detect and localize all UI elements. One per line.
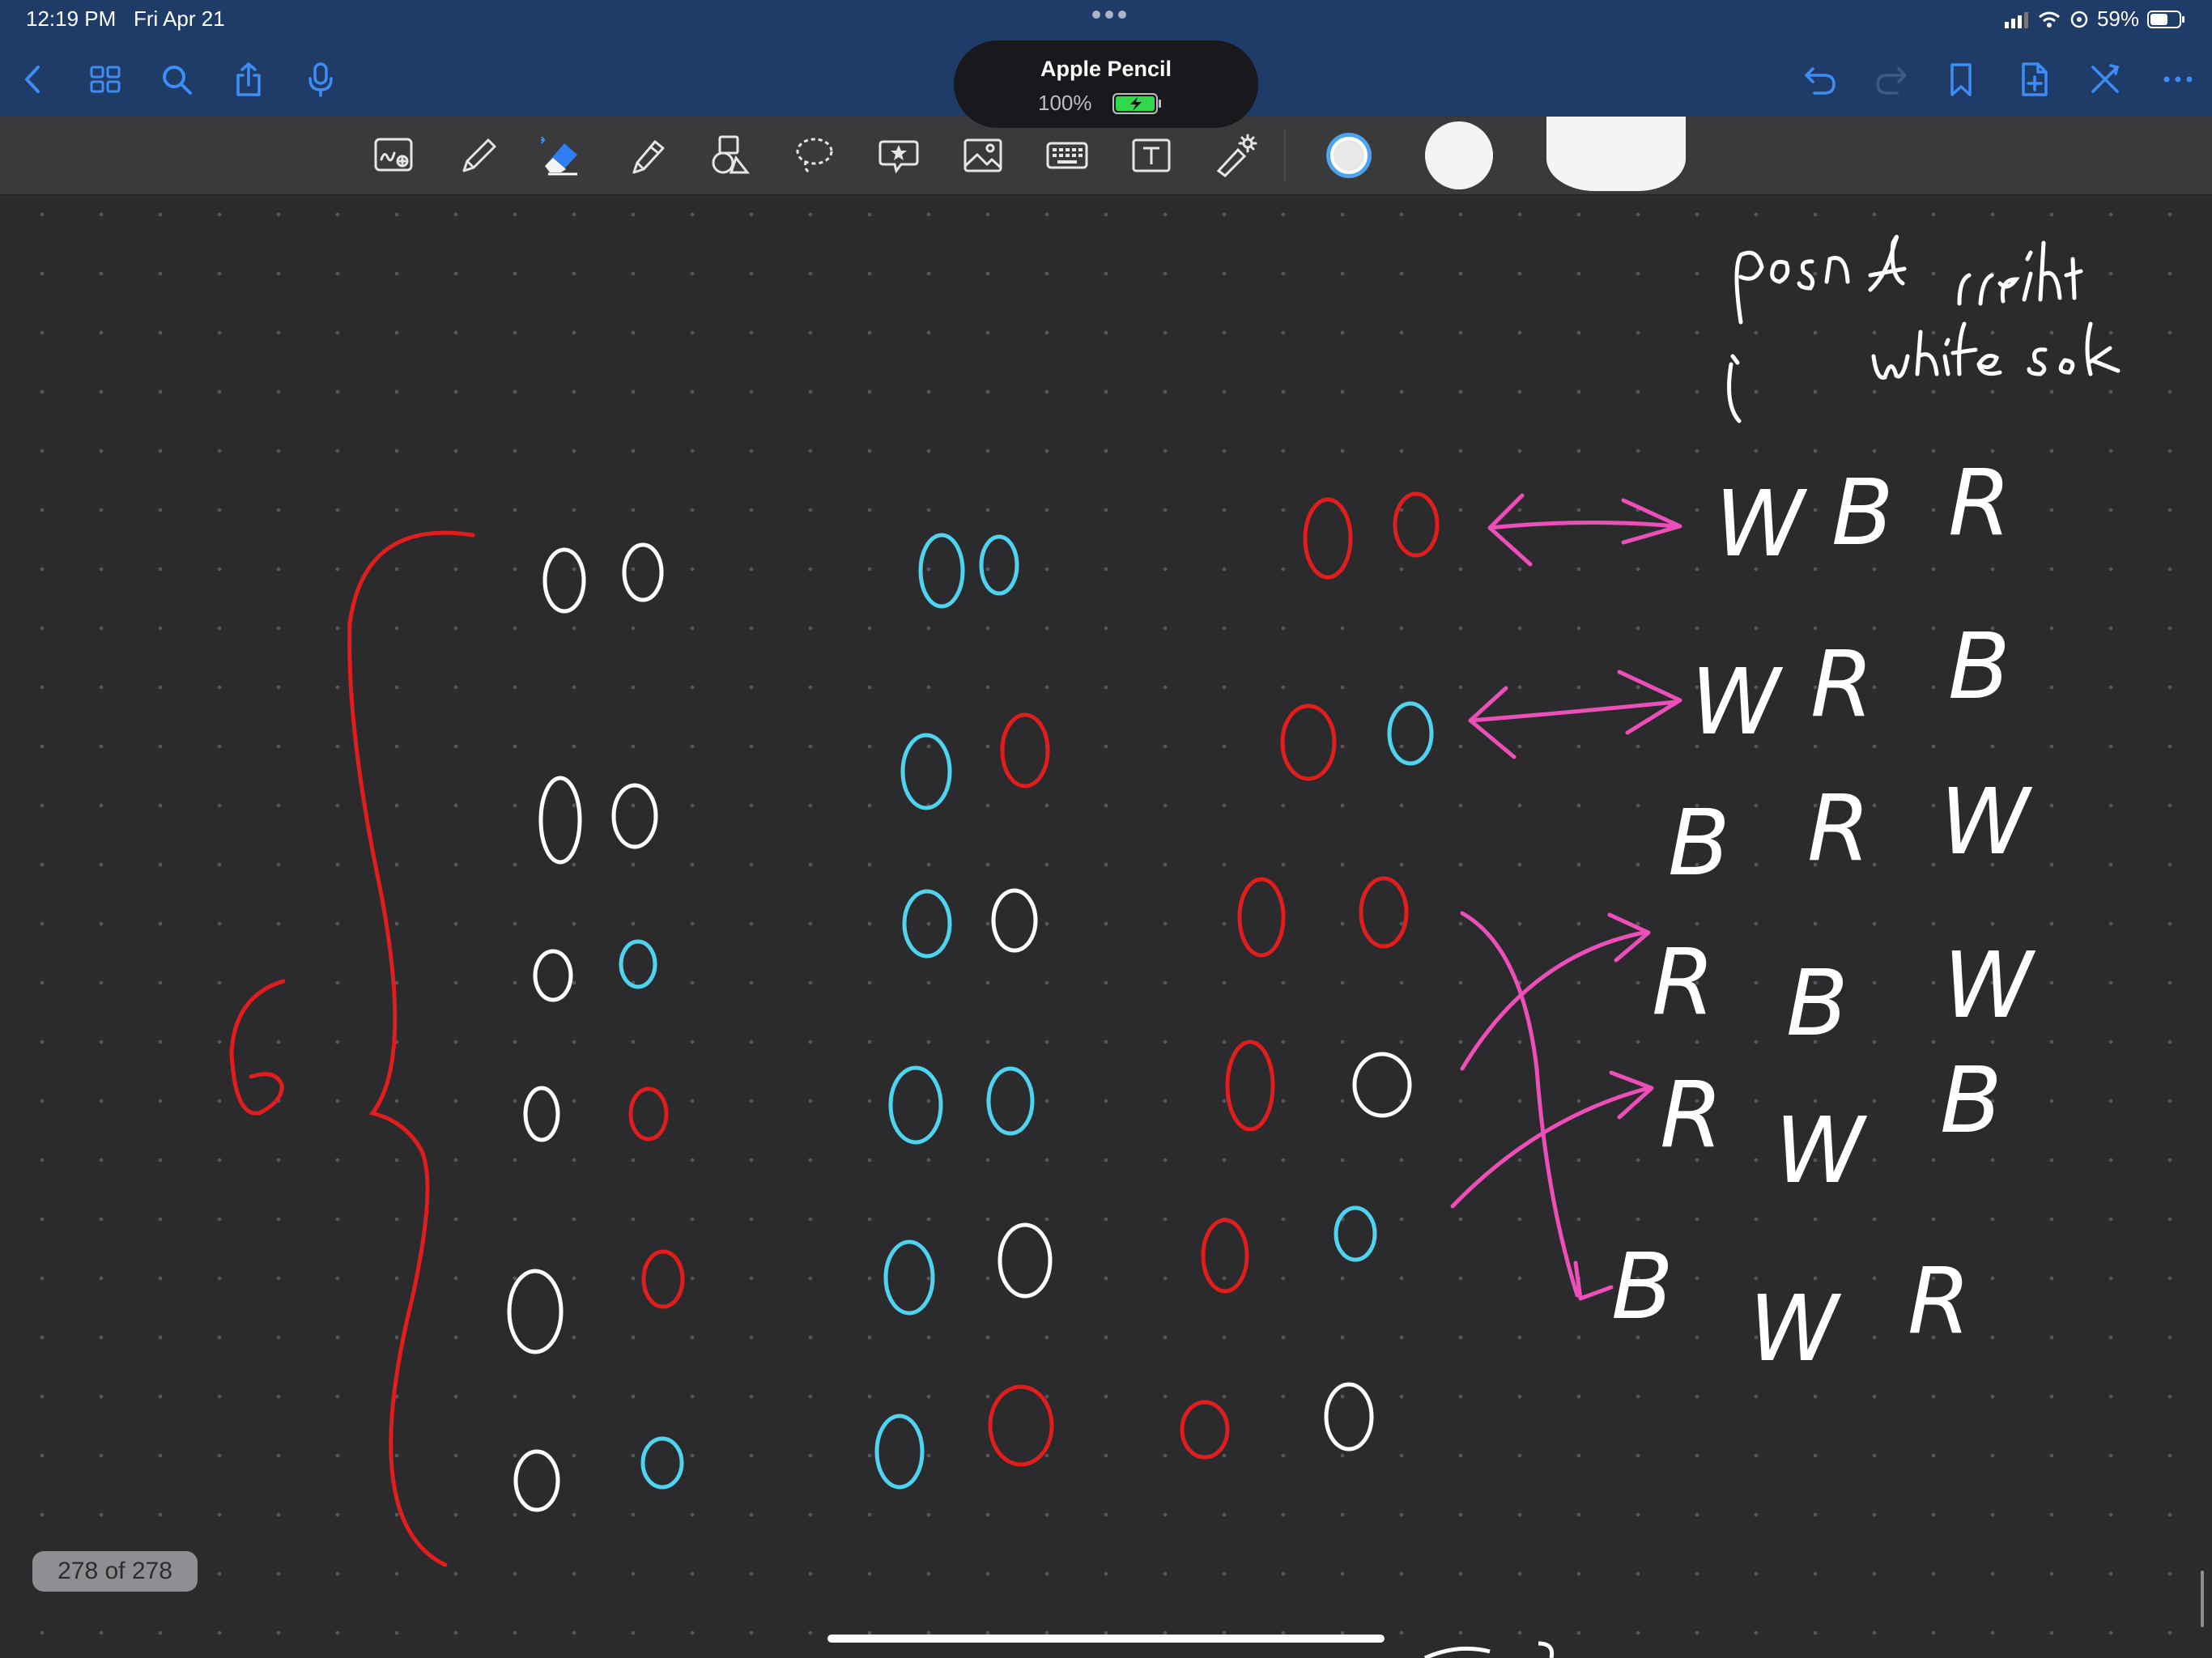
status-time: 12:19 PM Fri Apr 21 [26, 6, 225, 32]
laser-pointer-icon [1216, 134, 1257, 177]
scroll-indicator[interactable] [2201, 1571, 2204, 1627]
zoom-window-icon [374, 138, 413, 172]
more-button[interactable] [2157, 58, 2199, 100]
letter: B [1940, 1048, 2002, 1154]
keyboard-tool[interactable] [1043, 131, 1091, 180]
keyboard-icon [1046, 142, 1088, 169]
text-box-tool[interactable] [1127, 131, 1176, 180]
status-date-text: Fri Apr 21 [133, 6, 225, 31]
drawing-toolbar [0, 117, 2212, 195]
page-counter[interactable]: 278 of 278 [32, 1551, 198, 1592]
pen-tool[interactable] [453, 131, 502, 180]
grid-icon [90, 66, 121, 93]
undo-icon [1805, 67, 1836, 95]
letter: W [1775, 1099, 1868, 1204]
letter: B [1831, 461, 1894, 566]
letter: W [1691, 650, 1784, 755]
more-icon [2163, 76, 2193, 83]
letter: R [1948, 451, 2011, 556]
add-page-button[interactable] [2013, 58, 2055, 100]
toolbar-divider [1284, 130, 1286, 181]
laser-pointer-tool[interactable] [1211, 131, 1260, 180]
cellular-signal-icon [2004, 11, 2028, 28]
wifi-icon [2038, 11, 2060, 28]
status-bar: 12:19 PM Fri Apr 21 59% [0, 0, 2212, 39]
pencil-name: Apple Pencil [1040, 57, 1172, 81]
letter: W [1943, 933, 2036, 1039]
undo-button[interactable] [1799, 58, 1841, 100]
shapes-icon [712, 135, 751, 174]
elements-icon [878, 140, 919, 174]
multitasking-dots-icon[interactable] [1090, 8, 1129, 21]
color-swatch-selected[interactable] [1326, 133, 1372, 178]
status-time-text: 12:19 PM [26, 6, 117, 31]
eraser-tool[interactable] [538, 131, 586, 180]
elements-tool[interactable] [874, 131, 923, 180]
microphone-icon [308, 62, 333, 97]
letter: R [1908, 1249, 1971, 1354]
eraser-icon [541, 136, 577, 176]
apple-pencil-popup: Apple Pencil 100% [954, 40, 1258, 128]
note-canvas[interactable]: W B R W R B B R W R B W R W B B W R [0, 195, 2212, 1658]
color-swatch-white[interactable] [1425, 121, 1493, 189]
letter: B [1611, 1235, 1674, 1340]
dot-grid-background [0, 195, 2212, 1658]
letter: B [1948, 614, 2010, 720]
bookmark-button[interactable] [1940, 58, 1982, 100]
redo-icon [1876, 67, 1907, 95]
image-tool[interactable] [959, 131, 1007, 180]
lasso-tool[interactable] [790, 131, 839, 180]
share-button[interactable] [228, 58, 270, 100]
highlighter-tool[interactable] [622, 131, 670, 180]
back-button[interactable] [13, 58, 55, 100]
battery-percent: 59% [2096, 6, 2139, 31]
microphone-button[interactable] [300, 58, 342, 100]
share-icon [236, 62, 261, 96]
image-icon [963, 138, 1002, 172]
grid-view-button[interactable] [84, 58, 126, 100]
letter: R [1660, 1063, 1723, 1168]
battery-icon [2147, 10, 2184, 28]
home-indicator[interactable] [827, 1635, 1385, 1643]
text-box-icon [1132, 138, 1171, 172]
letter: R [1652, 930, 1715, 1035]
highlighter-icon [632, 140, 665, 174]
redo-button[interactable] [1870, 58, 1912, 100]
back-icon [25, 66, 40, 93]
letter: R [1810, 632, 1874, 738]
search-icon [163, 66, 192, 95]
thickness-swatch[interactable] [1546, 117, 1686, 191]
pen-icon [462, 138, 496, 172]
location-icon [2070, 11, 2088, 28]
close-icon [2091, 64, 2120, 93]
letter: W [1715, 472, 1808, 577]
add-page-icon [2022, 62, 2048, 96]
color-swatch-inner [1330, 137, 1368, 174]
letter: W [1749, 1277, 1842, 1382]
pencil-battery-percent: 100% [1038, 91, 1092, 115]
close-tool-button[interactable] [2084, 58, 2126, 100]
bookmark-icon [1950, 63, 1972, 96]
search-button[interactable] [155, 58, 198, 100]
letter: B [1786, 951, 1848, 1056]
status-right: 59% [2004, 6, 2186, 32]
pencil-battery-icon [1112, 93, 1161, 114]
letter: B [1668, 791, 1730, 896]
lasso-icon [796, 138, 833, 174]
zoom-window-tool[interactable] [369, 131, 418, 180]
letter: W [1940, 770, 2033, 875]
shapes-tool[interactable] [706, 131, 755, 180]
letter: R [1807, 776, 1870, 882]
